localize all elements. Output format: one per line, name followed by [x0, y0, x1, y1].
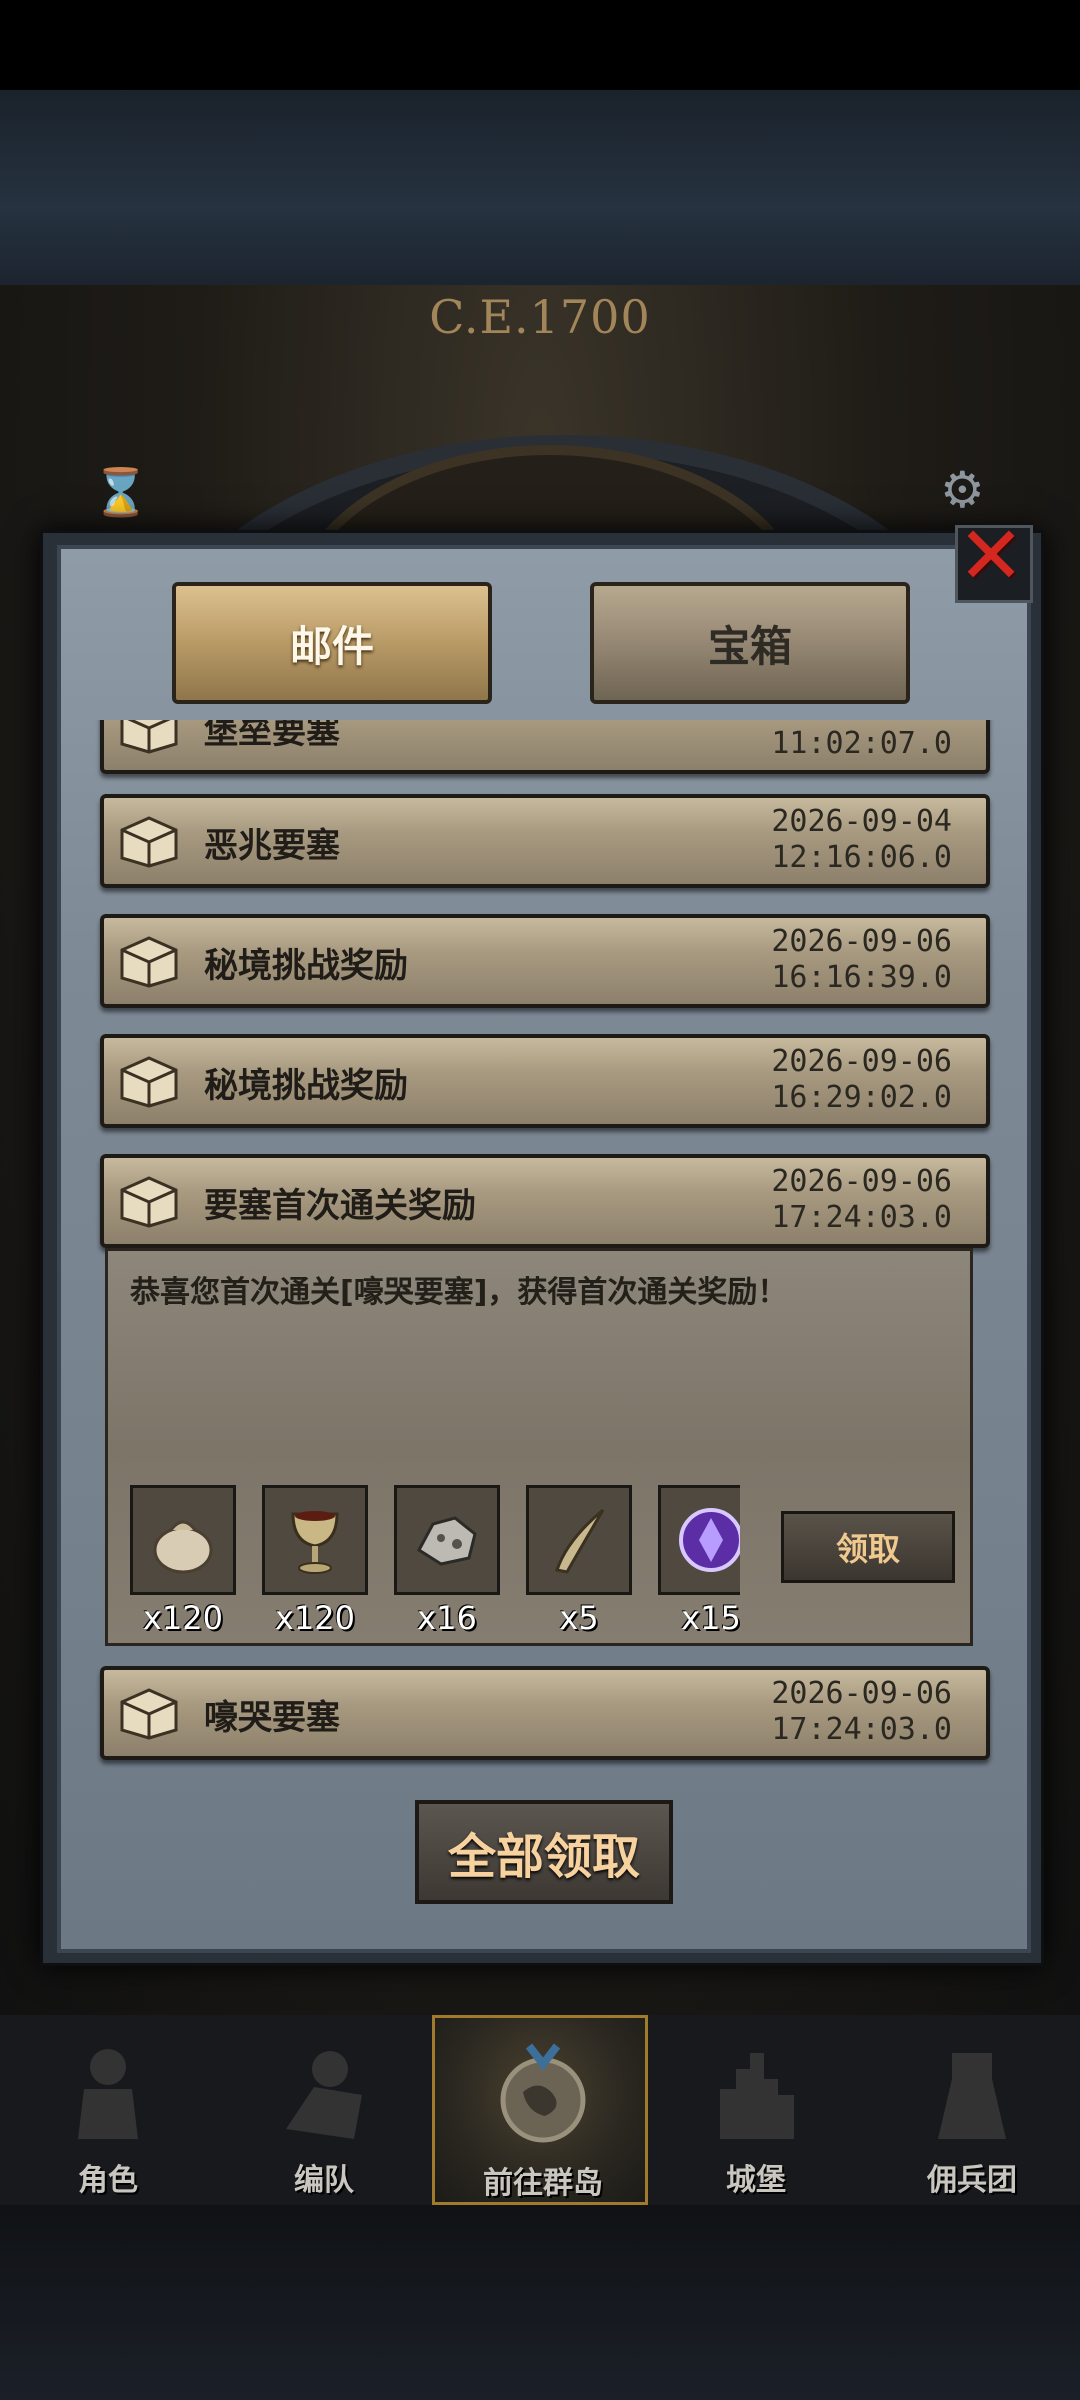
mail-detail: 恭喜您首次通关[嚎哭要塞]，获得首次通关奖励！ x120 x120 x16 x5… — [105, 1248, 973, 1646]
reward-item[interactable]: x16 — [394, 1485, 500, 1635]
mail-title: 要塞首次通关奖励 — [204, 1186, 476, 1226]
chest-icon — [120, 1056, 178, 1108]
mail-row[interactable]: 秘境挑战奖励 2026-09-06 16:29:02.0 — [100, 1034, 990, 1128]
mail-title: 秘境挑战奖励 — [204, 946, 408, 986]
mail-row[interactable]: 嚎哭要塞 2026-09-06 17:24:03.0 — [100, 1666, 990, 1760]
formation-icon — [286, 2051, 362, 2139]
purple-crystal-icon — [679, 1508, 740, 1572]
chest-icon — [120, 1688, 178, 1740]
mail-row[interactable]: 恶兆要塞 2026-09-04 12:16:06.0 — [100, 794, 990, 888]
reward-item[interactable]: x15 — [658, 1485, 740, 1635]
nav-item-islands[interactable]: 前往群岛 — [432, 2015, 648, 2205]
reward-qty: x5 — [559, 1599, 599, 1635]
reward-item[interactable]: x120 — [262, 1485, 368, 1635]
reward-qty: x120 — [142, 1599, 223, 1635]
sack-icon — [153, 1520, 213, 1574]
nav-item-formation[interactable]: 编队 — [216, 2015, 432, 2205]
mail-time: 17:24:03.0 — [771, 1712, 952, 1747]
mail-time: 16:29:02.0 — [771, 1080, 952, 1115]
mail-title: 秘境挑战奖励 — [204, 1066, 408, 1106]
mail-body-text: 恭喜您首次通关[嚎哭要塞]，获得首次通关奖励！ — [130, 1275, 788, 1310]
ore-icon — [417, 1516, 477, 1566]
nav-item-character[interactable]: 角色 — [0, 2015, 216, 2205]
castle-icon — [720, 2053, 794, 2139]
top-banner — [0, 90, 1080, 285]
mail-date: 2026-09-06 — [771, 1044, 952, 1079]
mail-date: 2026-09-06 — [771, 1164, 952, 1199]
nav-label: 前往群岛 — [483, 2166, 603, 2201]
gear-icon[interactable]: ⚙ — [940, 465, 990, 515]
knight-icon — [78, 2049, 138, 2139]
globe-icon — [500, 2043, 586, 2143]
mail-list[interactable]: 堡垒要塞 11:02:07.0 恶兆要塞 2026-09-04 12:16:06… — [95, 720, 995, 1770]
chest-icon — [120, 1176, 178, 1228]
mail-time: 16:16:39.0 — [771, 960, 952, 995]
nav-label: 角色 — [78, 2163, 138, 2198]
reward-item[interactable]: x120 — [130, 1485, 236, 1635]
status-bar — [0, 0, 1080, 90]
mail-time: 11:02:07.0 — [771, 726, 952, 761]
claim-all-button[interactable]: 全部领取 — [415, 1800, 673, 1904]
nav-label: 编队 — [294, 2163, 354, 2198]
bottom-banner — [0, 2205, 1080, 2400]
claim-button[interactable]: 领取 — [781, 1511, 955, 1583]
nav-label: 城堡 — [726, 2163, 786, 2198]
mail-date: 2026-09-06 — [771, 1676, 952, 1711]
mail-time: 12:16:06.0 — [771, 840, 952, 875]
tab-mail[interactable]: 邮件 — [172, 582, 492, 704]
close-icon[interactable]: ✕ — [955, 516, 1027, 596]
chest-icon — [120, 720, 178, 754]
mail-row[interactable]: 堡垒要塞 11:02:07.0 — [100, 720, 990, 774]
nav-item-mercenary[interactable]: 佣兵团 — [864, 2015, 1080, 2205]
horn-icon — [555, 1508, 605, 1574]
mail-row-expanded[interactable]: 要塞首次通关奖励 2026-09-06 17:24:03.0 — [100, 1154, 990, 1248]
mail-title: 恶兆要塞 — [204, 826, 340, 866]
bottom-nav: 角色 编队 前往群岛 城堡 佣兵团 — [0, 2015, 1080, 2205]
goblet-icon — [291, 1511, 339, 1574]
nav-label: 佣兵团 — [927, 2163, 1017, 2198]
reward-qty: x15 — [681, 1599, 740, 1635]
mail-date: 2026-09-06 — [771, 924, 952, 959]
reward-qty: x16 — [417, 1599, 477, 1635]
hourglass-icon[interactable]: ⌛ — [92, 465, 149, 519]
reward-qty: x120 — [274, 1599, 355, 1635]
mail-date: 2026-09-04 — [771, 804, 952, 839]
chest-icon — [120, 936, 178, 988]
mail-title: 堡垒要塞 — [204, 720, 340, 752]
reward-item[interactable]: x5 — [526, 1485, 632, 1635]
mail-row[interactable]: 秘境挑战奖励 2026-09-06 16:16:39.0 — [100, 914, 990, 1008]
tab-chest[interactable]: 宝箱 — [590, 582, 910, 704]
chest-icon — [120, 816, 178, 868]
mail-time: 17:24:03.0 — [771, 1200, 952, 1235]
mail-title: 嚎哭要塞 — [204, 1698, 340, 1738]
reward-items[interactable]: x120 x120 x16 x5 x15 — [130, 1485, 740, 1635]
mercenary-icon — [938, 2053, 1006, 2139]
era-label: C.E.1700 — [429, 290, 651, 344]
nav-item-castle[interactable]: 城堡 — [648, 2015, 864, 2205]
